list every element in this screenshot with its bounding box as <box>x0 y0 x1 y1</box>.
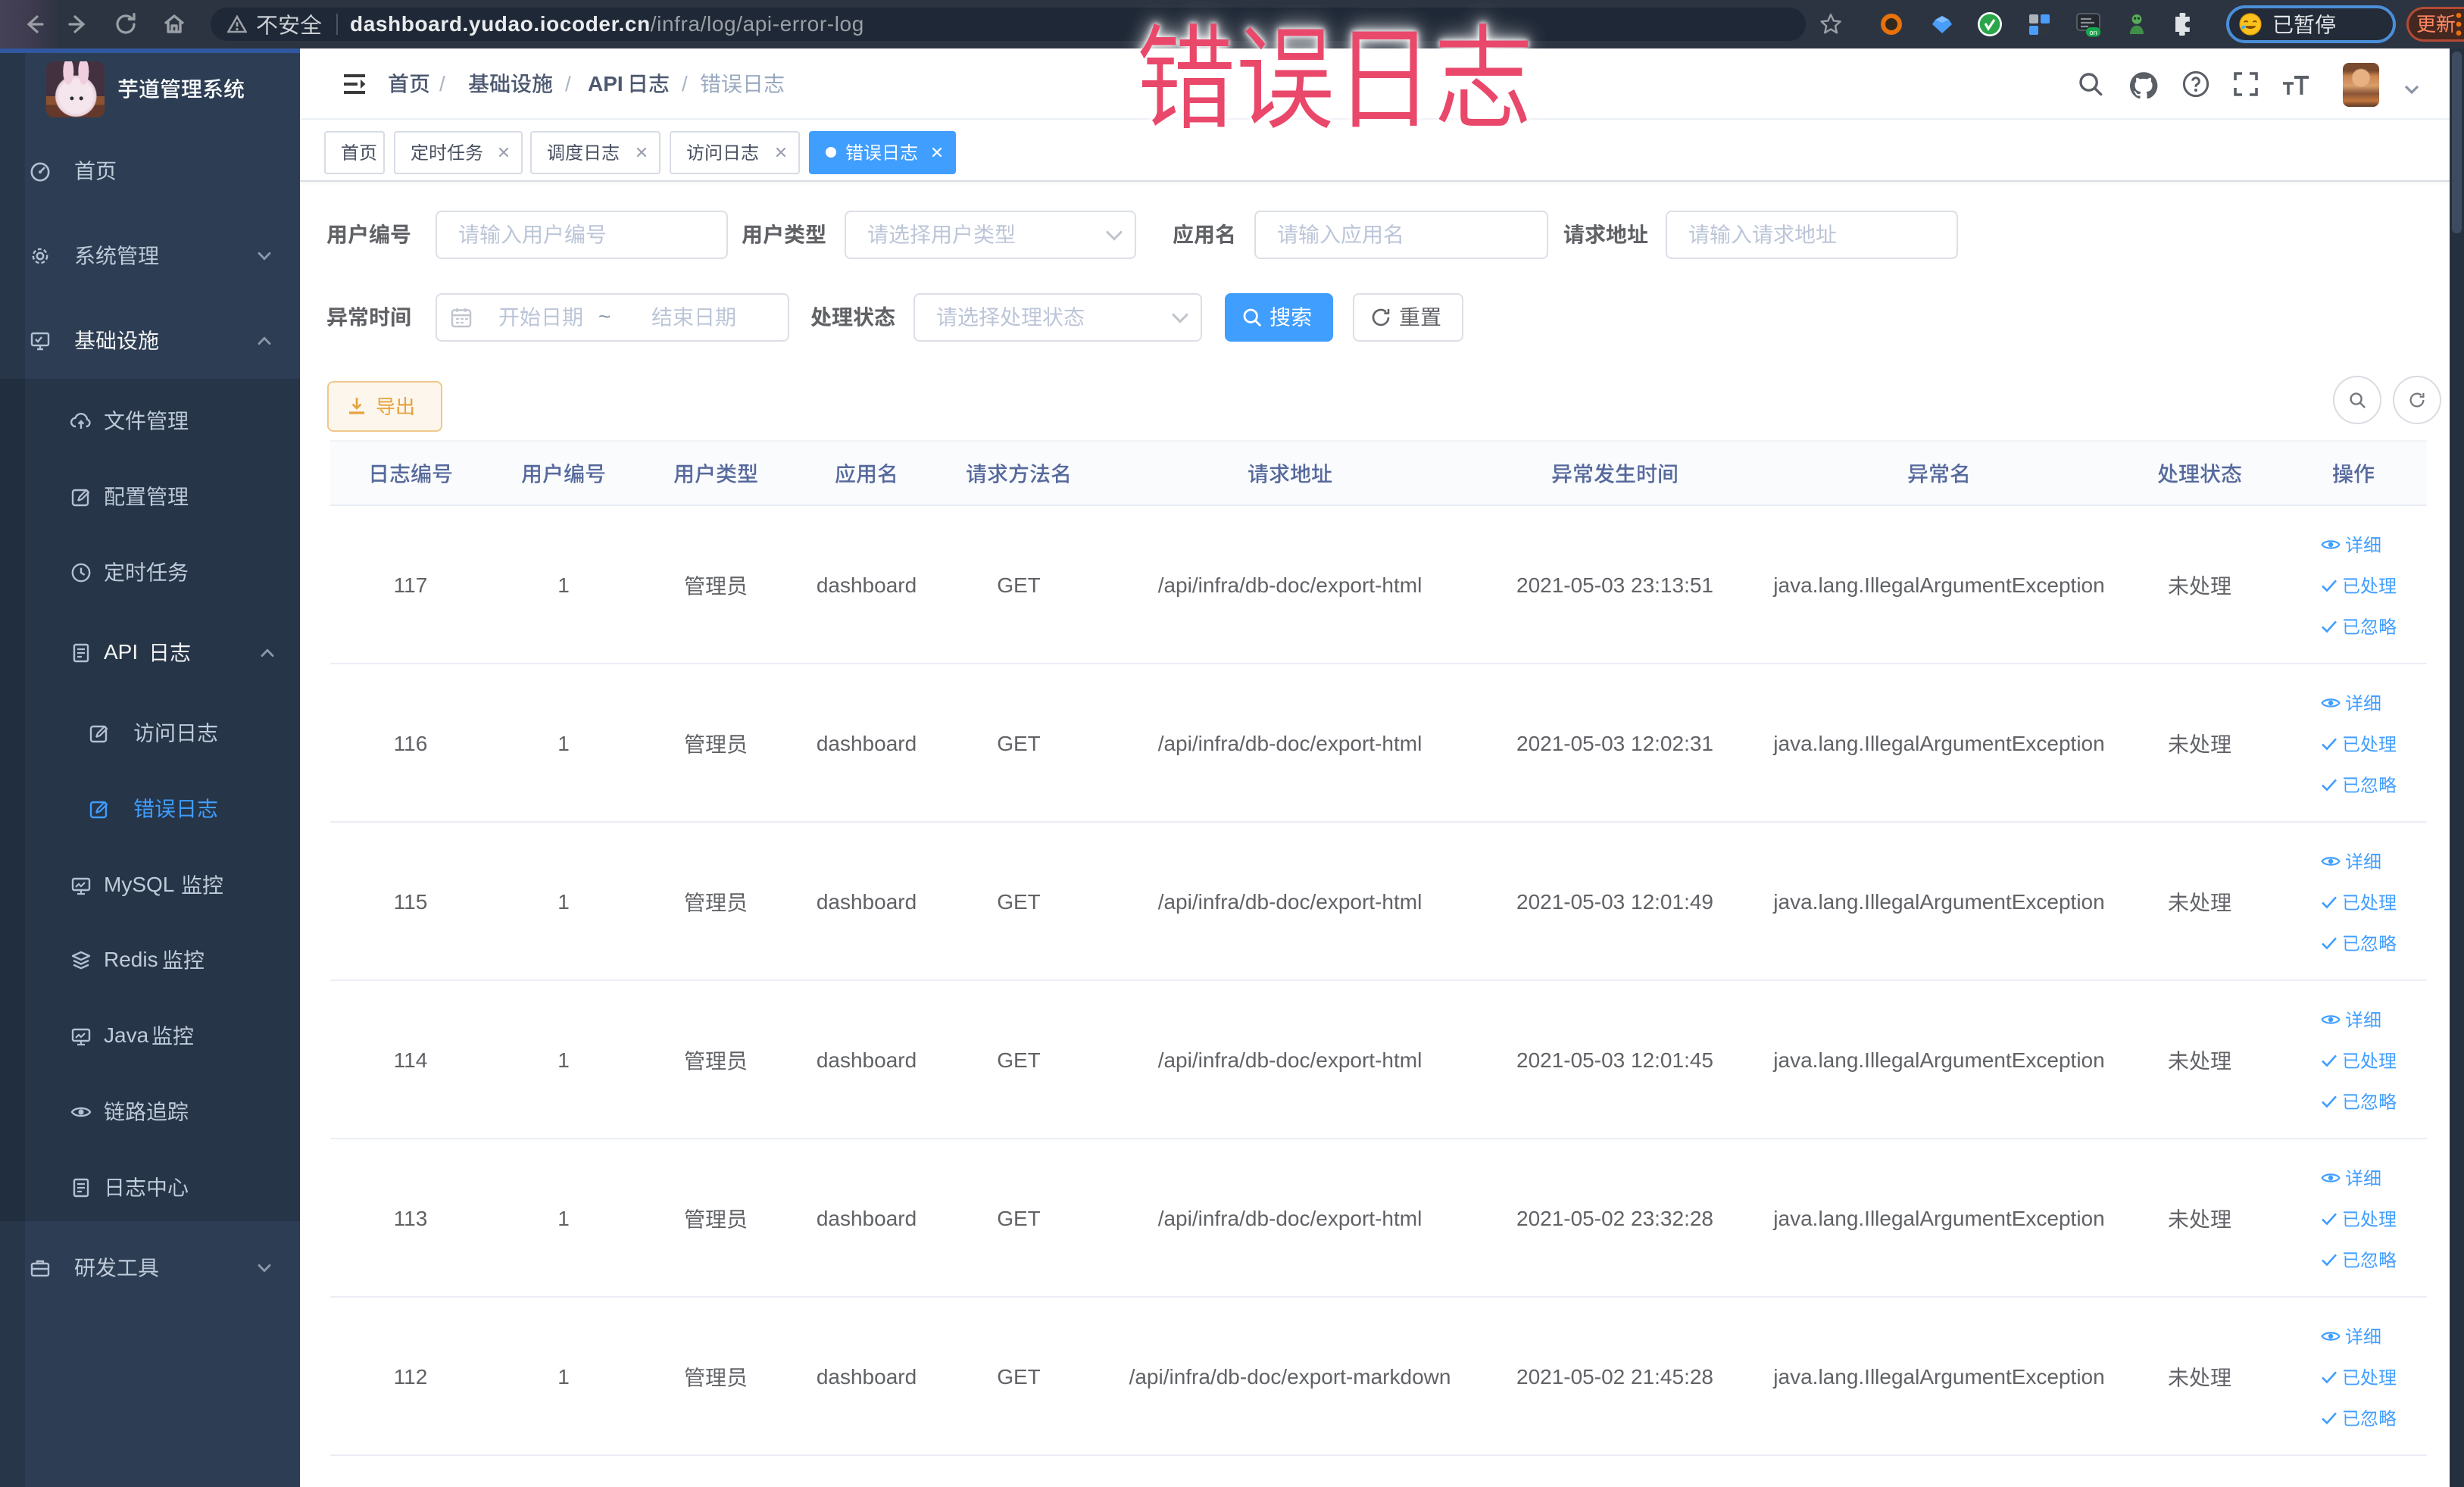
svg-text:on: on <box>2089 29 2097 36</box>
